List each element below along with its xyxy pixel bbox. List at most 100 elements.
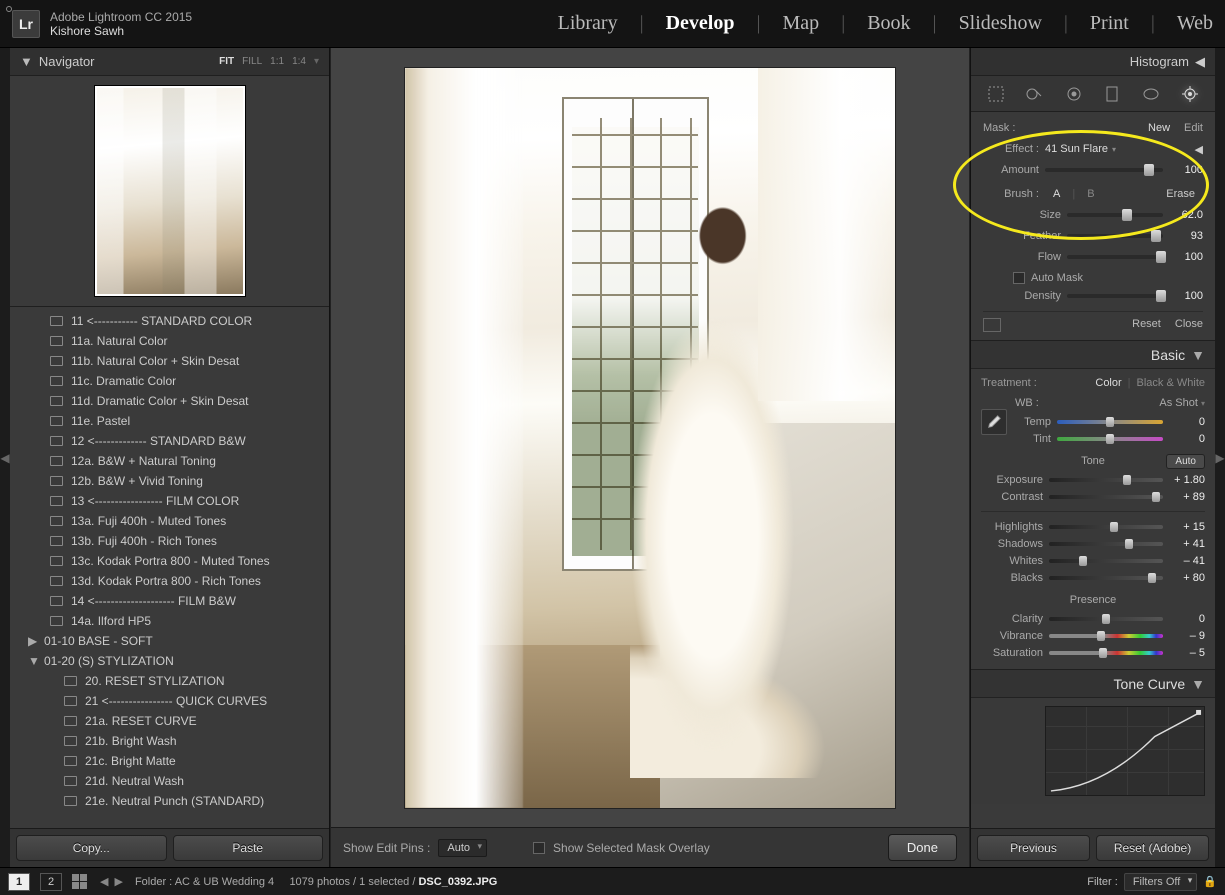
adjustment-brush-tool-icon[interactable]	[1176, 82, 1204, 106]
effect-disclosure-icon[interactable]: ◀	[1185, 143, 1203, 156]
navigator-header[interactable]: ▼ Navigator FIT FILL 1:1 1:4 ▾	[10, 48, 329, 76]
effect-dropdown[interactable]: 41 Sun Flare ▾	[1045, 143, 1185, 155]
redeye-tool-icon[interactable]	[1060, 82, 1088, 106]
screen-2[interactable]: 2	[40, 873, 62, 891]
brush-reset[interactable]: Reset	[1132, 318, 1161, 332]
zoom-menu-icon[interactable]: ▾	[314, 56, 319, 67]
zoom-ratio[interactable]: 1:4	[292, 56, 306, 67]
preset-item[interactable]: 11d. Dramatic Color + Skin Desat	[10, 391, 329, 411]
crop-tool-icon[interactable]	[982, 82, 1010, 106]
preset-item[interactable]: 11e. Pastel	[10, 411, 329, 431]
zoom-fit[interactable]: FIT	[219, 56, 234, 67]
treatment-color[interactable]: Color	[1095, 377, 1121, 389]
preset-folder[interactable]: ▼01-20 (S) STYLIZATION	[10, 651, 329, 671]
flow-slider[interactable]	[1067, 255, 1163, 259]
preset-item[interactable]: 21a. RESET CURVE	[10, 711, 329, 731]
density-slider[interactable]	[1067, 294, 1163, 298]
amount-slider[interactable]	[1045, 168, 1163, 172]
preset-item[interactable]: 13b. Fuji 400h - Rich Tones	[10, 531, 329, 551]
wb-dropdown[interactable]: As Shot ▾	[1159, 397, 1205, 409]
flow-value[interactable]: 100	[1169, 251, 1203, 263]
module-map[interactable]: Map	[783, 12, 820, 35]
temp-value[interactable]: 0	[1167, 416, 1205, 428]
prev-photo-icon[interactable]: ◀	[98, 875, 110, 888]
reset-adobe-button[interactable]: Reset (Adobe)	[1096, 835, 1209, 861]
automask-checkbox[interactable]	[1013, 272, 1025, 284]
spot-removal-tool-icon[interactable]	[1021, 82, 1049, 106]
preset-item[interactable]: 20. RESET STYLIZATION	[10, 671, 329, 691]
left-panel-collapse[interactable]: ◀	[0, 48, 10, 867]
module-web[interactable]: Web	[1177, 12, 1213, 35]
saturation-value[interactable]: – 5	[1167, 647, 1205, 659]
filter-lock-icon[interactable]: 🔒	[1203, 875, 1217, 888]
size-value[interactable]: 62.0	[1169, 209, 1203, 221]
grid-view-icon[interactable]	[72, 874, 88, 890]
clarity-slider[interactable]	[1049, 617, 1163, 621]
zoom-1to1[interactable]: 1:1	[270, 56, 284, 67]
brush-close[interactable]: Close	[1175, 318, 1203, 332]
exposure-value[interactable]: + 1.80	[1167, 474, 1205, 486]
preset-item[interactable]: 21b. Bright Wash	[10, 731, 329, 751]
tonecurve-header[interactable]: Tone Curve ▼	[971, 670, 1215, 698]
preset-item[interactable]: 11 <----------- STANDARD COLOR	[10, 311, 329, 331]
preset-item[interactable]: 21d. Neutral Wash	[10, 771, 329, 791]
basic-header[interactable]: Basic ▼	[971, 341, 1215, 369]
clarity-value[interactable]: 0	[1167, 613, 1205, 625]
size-slider[interactable]	[1067, 213, 1163, 217]
done-button[interactable]: Done	[888, 834, 957, 861]
preset-item[interactable]: 13a. Fuji 400h - Muted Tones	[10, 511, 329, 531]
module-develop[interactable]: Develop	[666, 12, 735, 35]
preset-item[interactable]: 14a. Ilford HP5	[10, 611, 329, 631]
preset-item[interactable]: 11a. Natural Color	[10, 331, 329, 351]
feather-slider[interactable]	[1067, 234, 1163, 238]
next-photo-icon[interactable]: ▶	[112, 875, 124, 888]
brush-erase[interactable]: Erase	[1158, 188, 1203, 200]
brush-b[interactable]: B	[1079, 188, 1102, 200]
preset-item[interactable]: 21c. Bright Matte	[10, 751, 329, 771]
preset-item[interactable]: 21e. Neutral Punch (STANDARD)	[10, 791, 329, 811]
density-value[interactable]: 100	[1169, 290, 1203, 302]
highlights-value[interactable]: + 15	[1167, 521, 1205, 533]
tint-slider[interactable]	[1057, 437, 1163, 441]
preset-item[interactable]: 12b. B&W + Vivid Toning	[10, 471, 329, 491]
feather-value[interactable]: 93	[1169, 230, 1203, 242]
tone-curve-graph[interactable]	[1045, 706, 1205, 796]
graduated-filter-tool-icon[interactable]	[1098, 82, 1126, 106]
blacks-slider[interactable]	[1049, 576, 1163, 580]
treatment-bw[interactable]: Black & White	[1137, 377, 1205, 389]
brush-a[interactable]: A	[1045, 188, 1068, 200]
edit-pins-dropdown[interactable]: Auto	[438, 839, 487, 857]
mask-edit[interactable]: Edit	[1184, 122, 1203, 134]
whites-value[interactable]: – 41	[1167, 555, 1205, 567]
preset-item[interactable]: 21 <---------------- QUICK CURVES	[10, 691, 329, 711]
shadows-slider[interactable]	[1049, 542, 1163, 546]
module-print[interactable]: Print	[1090, 12, 1129, 35]
module-library[interactable]: Library	[558, 12, 618, 35]
previous-button[interactable]: Previous	[977, 835, 1090, 861]
mask-new[interactable]: New	[1148, 122, 1170, 134]
mask-overlay-checkbox[interactable]	[533, 842, 545, 854]
preset-item[interactable]: 13 <----------------- FILM COLOR	[10, 491, 329, 511]
preset-item[interactable]: 14 <-------------------- FILM B&W	[10, 591, 329, 611]
filter-dropdown[interactable]: Filters Off	[1124, 873, 1197, 891]
photo-canvas[interactable]	[331, 48, 969, 827]
copy-button[interactable]: Copy...	[16, 835, 167, 861]
preset-item[interactable]: 12a. B&W + Natural Toning	[10, 451, 329, 471]
shadows-value[interactable]: + 41	[1167, 538, 1205, 550]
module-slideshow[interactable]: Slideshow	[959, 12, 1042, 35]
right-panel-collapse[interactable]: ▶	[1215, 48, 1225, 867]
saturation-slider[interactable]	[1049, 651, 1163, 655]
zoom-fill[interactable]: FILL	[242, 56, 262, 67]
amount-value[interactable]: 100	[1169, 164, 1203, 176]
paste-button[interactable]: Paste	[173, 835, 324, 861]
preset-item[interactable]: 12 <------------- STANDARD B&W	[10, 431, 329, 451]
vibrance-slider[interactable]	[1049, 634, 1163, 638]
vibrance-value[interactable]: – 9	[1167, 630, 1205, 642]
contrast-value[interactable]: + 89	[1167, 491, 1205, 503]
highlights-slider[interactable]	[1049, 525, 1163, 529]
tint-value[interactable]: 0	[1167, 433, 1205, 445]
temp-slider[interactable]	[1057, 420, 1163, 424]
whites-slider[interactable]	[1049, 559, 1163, 563]
screen-1[interactable]: 1	[8, 873, 30, 891]
preset-item[interactable]: 11c. Dramatic Color	[10, 371, 329, 391]
